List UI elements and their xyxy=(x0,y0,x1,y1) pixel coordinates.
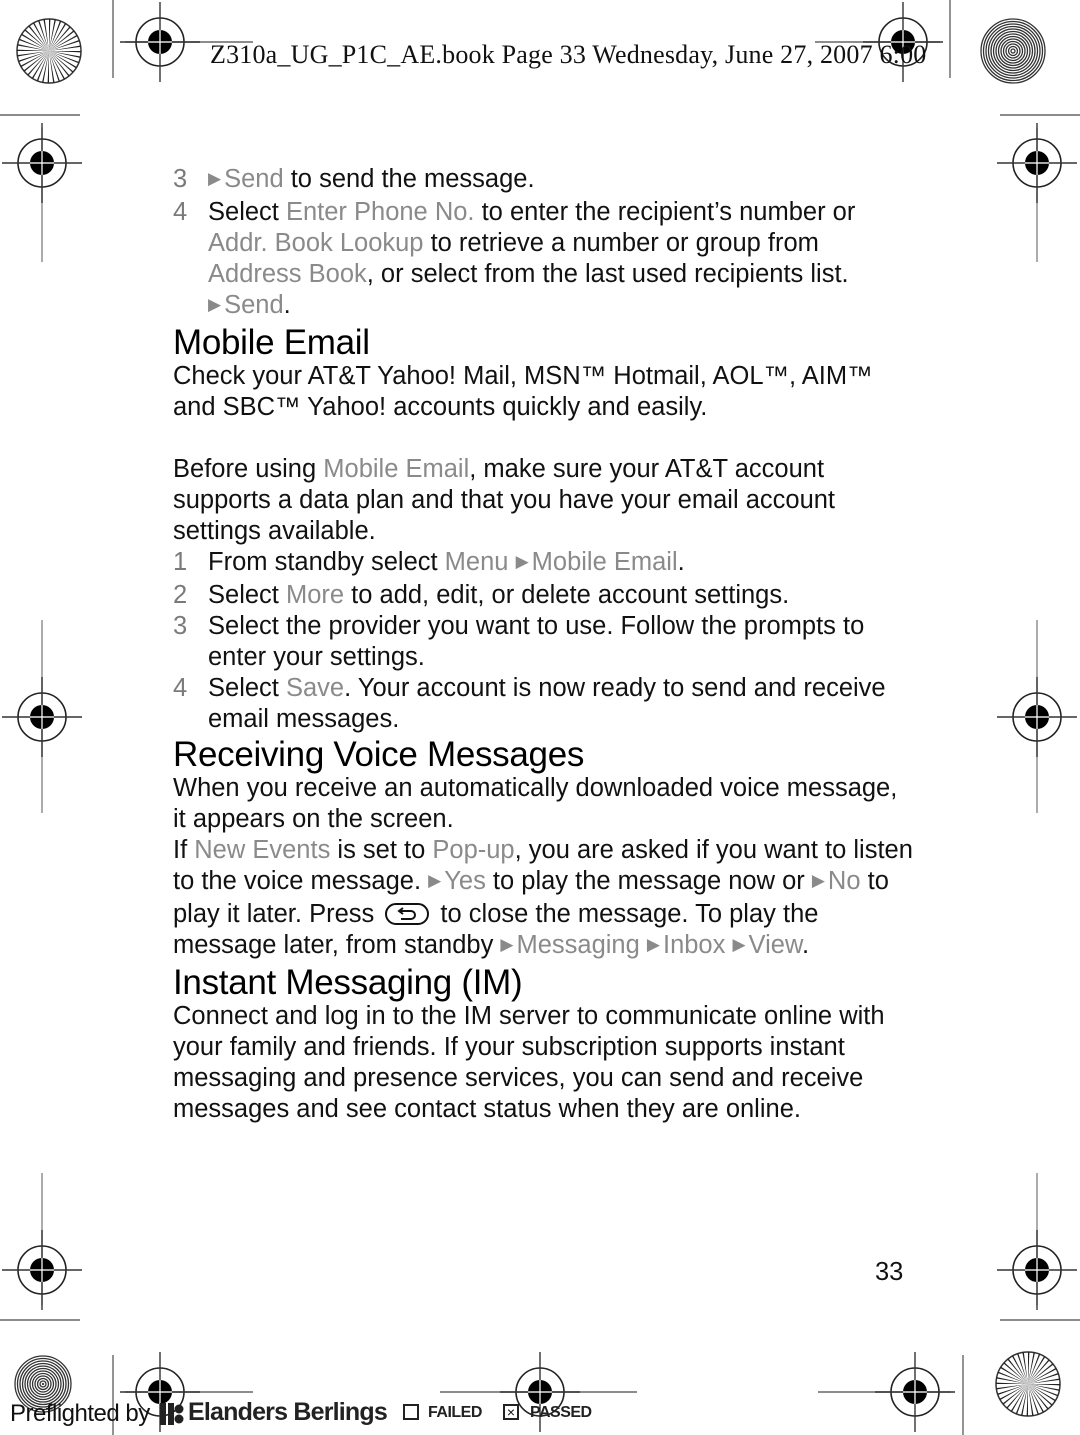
text-run: Before using xyxy=(173,455,324,483)
step-number: 2 xyxy=(173,581,188,609)
registration-mark xyxy=(996,1229,1078,1311)
registration-mark xyxy=(996,676,1078,758)
step-item: 4 Select Enter Phone No. to enter the rec… xyxy=(173,197,913,323)
text-run xyxy=(508,548,515,576)
menu-item-reference: Inbox xyxy=(662,931,726,959)
registration-mark xyxy=(1,122,83,204)
text-run: . xyxy=(677,548,685,576)
step-text: Select More to add, edit, or delete acco… xyxy=(208,581,789,609)
failed-checkbox[interactable] xyxy=(403,1404,419,1420)
voice-messages-body: If New Events is set to Pop-up, you are … xyxy=(173,835,913,963)
section-title-mobile-email: Mobile Email xyxy=(173,323,370,362)
menu-item-reference: Messaging xyxy=(516,931,640,959)
text-run: . xyxy=(283,291,291,319)
step-text: Select Save. Your account is now ready t… xyxy=(208,674,886,733)
registration-mark xyxy=(1,676,83,758)
menu-arrow-icon: ▶ xyxy=(515,552,529,571)
voice-messages-intro: When you receive an automatically downlo… xyxy=(173,774,898,833)
registration-mark xyxy=(1,1229,83,1311)
text-run: to retrieve a number or group from xyxy=(423,229,819,257)
menu-item-reference: Save xyxy=(285,674,345,702)
text-run: to add, edit, or delete account settings… xyxy=(344,581,790,609)
text-run: Select xyxy=(208,581,286,609)
text-run: to play the message now or xyxy=(485,867,812,895)
step-item: 3 Select the provider you want to use. Fo… xyxy=(173,611,913,673)
mobile-email-intro: Check your AT&T Yahoo! Mail, MSN™ Hotmai… xyxy=(173,362,873,421)
text-run: . xyxy=(801,931,810,959)
step-text: Select Enter Phone No. to enter the reci… xyxy=(208,198,855,319)
page-number: 33 xyxy=(875,1258,904,1286)
step-number: 3 xyxy=(173,612,188,640)
section-title-voice-messages: Receiving Voice Messages xyxy=(173,735,585,774)
menu-item-reference: Address Book xyxy=(208,260,367,288)
starburst-target-bottom-right xyxy=(995,1351,1061,1417)
instant-messaging-body: Connect and log in to the IM server to c… xyxy=(173,1002,885,1123)
menu-arrow-icon: ▶ xyxy=(208,169,222,188)
section-title-instant-messaging: Instant Messaging (IM) xyxy=(173,963,523,1002)
step-number: 1 xyxy=(173,548,188,576)
menu-item-reference: Send xyxy=(224,291,284,319)
failed-label: FAILED xyxy=(428,1404,482,1421)
text-run: , or select from the last used recipient… xyxy=(366,260,849,288)
menu-arrow-icon: ▶ xyxy=(500,935,514,954)
brand-name: Elanders Berlings xyxy=(188,1398,388,1426)
step-number: 4 xyxy=(173,674,188,702)
passed-label: PASSED xyxy=(530,1404,592,1421)
text-run: is set to xyxy=(330,836,433,864)
step-item: 4 Select Save. Your account is now ready … xyxy=(173,673,913,735)
menu-item-reference: New Events xyxy=(194,836,331,864)
menu-item-reference: Menu xyxy=(444,548,509,576)
menu-item-reference: View xyxy=(748,931,802,959)
menu-arrow-icon: ▶ xyxy=(208,295,222,314)
text-run: to send the message. xyxy=(283,165,535,193)
registration-mark xyxy=(996,122,1078,204)
mobile-email-before: Before using Mobile Email, make sure you… xyxy=(173,454,913,547)
menu-arrow-icon: ▶ xyxy=(811,871,825,890)
mobile-email-steps: 1 From standby select Menu ▶ Mobile Email.… xyxy=(173,547,913,735)
text-run: If xyxy=(173,836,195,864)
back-key-icon xyxy=(385,903,430,925)
menu-item-reference: No xyxy=(827,867,861,895)
starburst-target-top-left xyxy=(16,18,82,84)
passed-checkbox[interactable]: × xyxy=(503,1404,519,1420)
step-item: 1 From standby select Menu ▶ Mobile Email. xyxy=(173,547,913,580)
text-run: Select xyxy=(208,198,286,226)
text-run: Select xyxy=(208,674,286,702)
preflighted-by-label: Preflighted by xyxy=(10,1400,150,1427)
menu-arrow-icon: ▶ xyxy=(732,935,746,954)
elanders-logo-icon xyxy=(160,1402,186,1431)
text-run: From standby select xyxy=(208,548,445,576)
menu-item-reference: Send xyxy=(224,165,284,193)
menu-item-reference: Mobile Email xyxy=(323,455,470,483)
intro-steps: 3 ▶ Send to send the message. 4 Select Enter… xyxy=(173,164,913,323)
menu-item-reference: Enter Phone No. xyxy=(285,198,475,226)
menu-item-reference: More xyxy=(285,581,345,609)
concentric-target-top-right xyxy=(980,18,1046,84)
step-text: From standby select Menu ▶ Mobile Email. xyxy=(208,548,685,576)
step-number: 3 xyxy=(173,165,188,193)
menu-arrow-icon: ▶ xyxy=(428,871,442,890)
menu-item-reference: Yes xyxy=(444,867,486,895)
text-run: to enter the recipient’s number or xyxy=(474,198,856,226)
text-run xyxy=(640,931,647,959)
menu-arrow-icon: ▶ xyxy=(646,935,660,954)
page-content: 3 ▶ Send to send the message. 4 Select Enter… xyxy=(173,164,913,1125)
step-number: 4 xyxy=(173,198,188,226)
menu-item-reference: Addr. Book Lookup xyxy=(208,229,424,257)
step-item: 2 Select More to add, edit, or delete acc… xyxy=(173,580,913,611)
step-text: ▶ Send to send the message. xyxy=(208,165,535,193)
registration-mark xyxy=(119,1,201,83)
book-slug-line: Z310a_UG_P1C_AE.book Page 33 Wednesday, … xyxy=(210,40,927,69)
registration-mark xyxy=(874,1351,956,1433)
menu-item-reference: Pop-up xyxy=(432,836,515,864)
step-text: Select the provider you want to use. Fol… xyxy=(208,612,864,671)
text-run: Select the provider you want to use. Fol… xyxy=(208,612,865,671)
menu-item-reference: Mobile Email xyxy=(531,548,678,576)
step-item: 3 ▶ Send to send the message. xyxy=(173,164,913,197)
